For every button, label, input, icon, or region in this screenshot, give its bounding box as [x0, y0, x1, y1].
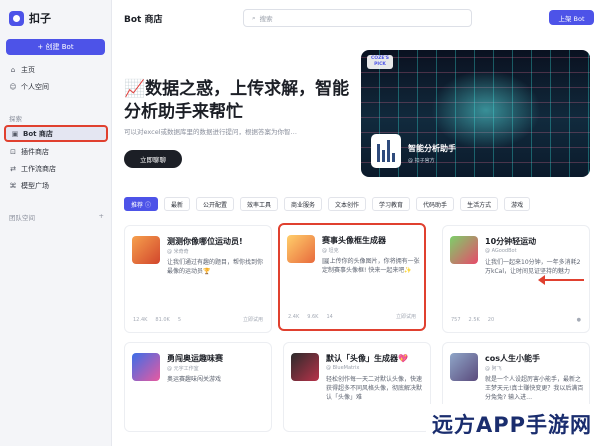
- bot-author: @ 坦克: [322, 248, 339, 254]
- bot-description: 就是一个人设超厉害小能手，最新之王梦天元!真士赚快变更？我以后满百分兔兔? 输入…: [485, 376, 584, 401]
- bot-card[interactable]: 默认「头像」生成器💖 @ BlueMatrix 轻松创作每一天二对默认头像，快速…: [283, 342, 431, 432]
- search-icon: ⌕: [252, 13, 256, 22]
- sidebar-item-workflow-store[interactable]: ⇄ 工作流商店: [4, 162, 108, 176]
- section-explore-label: 探索: [9, 115, 22, 123]
- tab-public-config[interactable]: 公开配置: [195, 197, 234, 211]
- tab-education[interactable]: 学习教育: [372, 197, 411, 211]
- banner-glow: [431, 70, 541, 150]
- workflow-icon: ⇄: [10, 165, 16, 173]
- bot-avatar: [132, 236, 160, 264]
- search-placeholder: 搜索: [259, 15, 273, 23]
- tab-writing[interactable]: 文本创作: [328, 197, 367, 211]
- bot-author: @ 元宇工作室: [167, 366, 199, 372]
- chat-now-button[interactable]: 立即聊聊: [124, 150, 182, 168]
- search-input[interactable]: ⌕ 搜索: [243, 9, 472, 27]
- bot-description: 让我们一起来10分钟，一年多消耗2万kCal，让时间见证坚持的魅力: [485, 259, 581, 275]
- likes-stat: 5: [177, 317, 182, 323]
- add-team-icon[interactable]: +: [99, 212, 104, 222]
- category-tabs: 推荐 ⓘ 最新 公开配置 效率工具 商业服务 文本创作 学习教育 代码助手 生活…: [124, 197, 531, 211]
- bot-name: cos人生小能手: [485, 354, 540, 363]
- bot-stats: 2.4K 9.6K 14: [288, 314, 333, 320]
- create-bot-button[interactable]: + 创建 Bot: [6, 39, 105, 55]
- sidebar-item-label: Bot 商店: [23, 129, 53, 138]
- users-stat: 2.4K: [288, 314, 300, 320]
- sidebar-item-bot-store[interactable]: ▣ Bot 商店: [4, 125, 108, 142]
- home-icon: ⌂: [10, 66, 16, 74]
- coze-logo-icon: [9, 10, 24, 26]
- bot-stats: 12.4K 81.0K 5: [133, 317, 181, 323]
- tab-latest[interactable]: 最新: [163, 197, 190, 211]
- sidebar-item-label: 插件商店: [21, 148, 49, 156]
- sidebar-item-model-square[interactable]: ⌘ 模型广场: [4, 179, 108, 193]
- sidebar-item-home[interactable]: ⌂ 主页: [4, 63, 108, 77]
- users-stat: 757: [451, 317, 461, 323]
- hero-subtitle: 可以对excel或数据库里的数据进行提问，根据答案为你智…: [124, 128, 297, 136]
- tab-recommended[interactable]: 推荐 ⓘ: [124, 197, 158, 211]
- user-icon: ☺: [9, 83, 17, 91]
- creator-avatar-icon: ●: [576, 317, 581, 323]
- bot-description: 让我们通过有趣的题目，帮你找到你最像的运动员🏆: [167, 259, 264, 275]
- page-title: Bot 商店: [124, 15, 163, 25]
- model-icon: ⌘: [9, 182, 17, 190]
- bot-avatar: [450, 236, 478, 264]
- team-space-label: 团队空间: [9, 214, 35, 222]
- team-space[interactable]: 团队空间 +: [9, 212, 104, 222]
- bot-avatar: [291, 353, 319, 381]
- bot-name: 10分钟轻运动: [485, 237, 537, 246]
- hero-banner-image[interactable]: COZE'S PICK 智能分析助手 @ 扣子官方: [361, 50, 590, 177]
- try-now-link[interactable]: 立即试用: [396, 313, 416, 320]
- tab-business[interactable]: 商业服务: [284, 197, 323, 211]
- bot-name: 勇闯奥运趣味赛: [167, 354, 223, 363]
- tab-productivity[interactable]: 效率工具: [239, 197, 278, 211]
- sidebar-item-label: 个人空间: [21, 83, 49, 91]
- main-content: Bot 商店 ⌕ 搜索 上架 Bot 📈数据之惑，上传求解，智能分析助手来帮忙 …: [112, 0, 600, 446]
- site-watermark: 远方APP手游网: [426, 404, 598, 444]
- plugin-icon: ⊡: [10, 148, 16, 156]
- store-icon: ▣: [11, 129, 19, 138]
- likes-stat: 20: [487, 317, 495, 323]
- hero-title: 📈数据之惑，上传求解，智能分析助手来帮忙: [124, 79, 350, 122]
- chats-stat: 9.6K: [307, 314, 319, 320]
- sidebar-item-label: 工作流商店: [21, 165, 56, 173]
- bot-author: @ BlueMatrix: [326, 365, 360, 371]
- app-logo[interactable]: 扣子: [9, 10, 51, 26]
- sidebar-item-plugin-store[interactable]: ⊡ 插件商店: [4, 145, 108, 159]
- sidebar-item-label: 主页: [21, 66, 35, 74]
- sidebar: 扣子 + 创建 Bot ⌂ 主页 ☺ 个人空间 探索 ▣ Bot 商店 ⊡ 插件…: [0, 0, 112, 446]
- cozes-pick-badge: COZE'S PICK: [367, 55, 393, 69]
- publish-bot-button[interactable]: 上架 Bot: [549, 10, 594, 25]
- sidebar-item-label: 模型广场: [21, 182, 49, 190]
- banner-bot-author: @ 扣子官方: [408, 158, 435, 164]
- try-now-link[interactable]: 立即试用: [243, 316, 263, 323]
- bot-stats: 757 2.5K 20: [451, 317, 494, 323]
- bot-card[interactable]: 赛事头像框生成器 @ 坦克 🖼上传你的头像图片，你将拥有一张定制赛事头像框! 快…: [278, 223, 426, 331]
- likes-stat: 14: [326, 314, 333, 320]
- annotation-arrow: [538, 275, 584, 285]
- sidebar-item-personal[interactable]: ☺ 个人空间: [4, 80, 108, 94]
- bot-avatar: [450, 353, 478, 381]
- banner-bot-name: 智能分析助手: [408, 144, 456, 153]
- bot-author: @ AGoodBot: [485, 248, 517, 254]
- bot-name: 测测你像哪位运动员!: [167, 237, 243, 246]
- bot-description: 轻松创作每一天二对默认头像，快速获得超多不同风格头像，彻底解决默认「头像」难: [326, 376, 423, 401]
- bot-description: 奥运赛趣味闯关游戏: [167, 376, 222, 383]
- info-icon: ⓘ: [144, 201, 151, 209]
- bot-card[interactable]: 勇闯奥运趣味赛 @ 元宇工作室 奥运赛趣味闯关游戏: [124, 342, 272, 432]
- users-stat: 12.4K: [133, 317, 148, 323]
- chats-stat: 81.0K: [155, 317, 170, 323]
- bot-author: @ 米奇奇: [167, 249, 189, 255]
- tab-code[interactable]: 代码助手: [416, 197, 455, 211]
- bot-avatar: [287, 235, 315, 263]
- bot-name: 默认「头像」生成器💖: [326, 354, 408, 363]
- tab-lifestyle[interactable]: 生活方式: [460, 197, 499, 211]
- bot-description: 🖼上传你的头像图片，你将拥有一张定制赛事头像框! 快来一起来吧✨: [322, 258, 420, 274]
- chats-stat: 2.5K: [468, 317, 480, 323]
- app-name: 扣子: [29, 12, 51, 25]
- bot-author: @ 阿飞: [485, 366, 502, 372]
- bot-card[interactable]: 测测你像哪位运动员! @ 米奇奇 让我们通过有趣的题目，帮你找到你最像的运动员🏆…: [124, 225, 272, 333]
- bar-chart-icon: [371, 134, 401, 168]
- bot-avatar: [132, 353, 160, 381]
- tab-games[interactable]: 游戏: [504, 197, 531, 211]
- bot-name: 赛事头像框生成器: [322, 236, 386, 245]
